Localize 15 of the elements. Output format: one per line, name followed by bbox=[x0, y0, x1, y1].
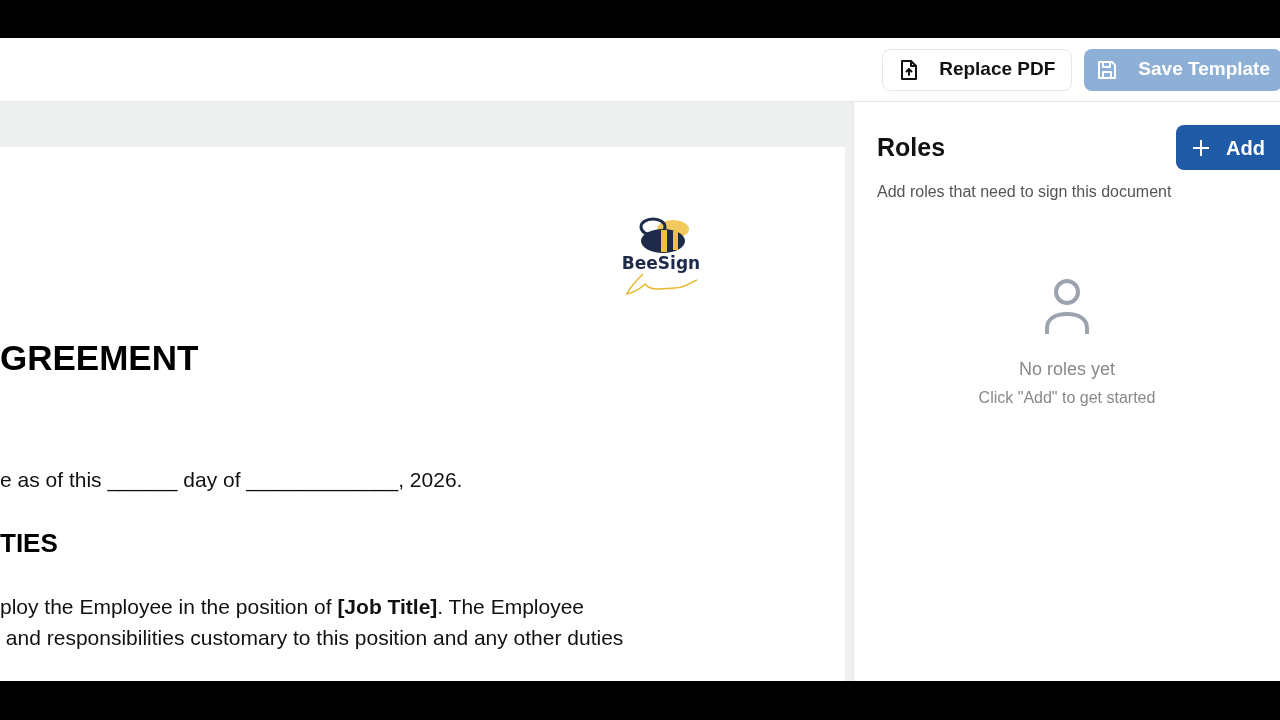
plus-icon bbox=[1192, 138, 1211, 157]
file-upload-icon bbox=[899, 58, 920, 81]
roles-title: Roles bbox=[877, 131, 946, 163]
add-role-button[interactable]: Add bbox=[1176, 125, 1280, 170]
document-paragraph: ploy the Employee in the position of [Job Title]. The Employee and responsibilities customary to this position and any other duties bbox=[0, 594, 625, 651]
signature-swirl-icon bbox=[623, 272, 699, 298]
empty-state-hint: Click "Add" to get started bbox=[978, 388, 1156, 408]
empty-state-title: No roles yet bbox=[1018, 358, 1115, 381]
replace-pdf-button[interactable]: Replace PDF bbox=[882, 48, 1073, 91]
document-text: e as of this ______ day of _____________, 2026. bbox=[0, 469, 464, 490]
user-icon bbox=[1043, 278, 1091, 336]
logo-text: BeeSign bbox=[621, 255, 701, 272]
section-heading: TIES bbox=[0, 530, 59, 556]
roles-description: Add roles that need to sign this document bbox=[877, 182, 1173, 202]
document-heading: GREEMENT bbox=[0, 340, 200, 375]
